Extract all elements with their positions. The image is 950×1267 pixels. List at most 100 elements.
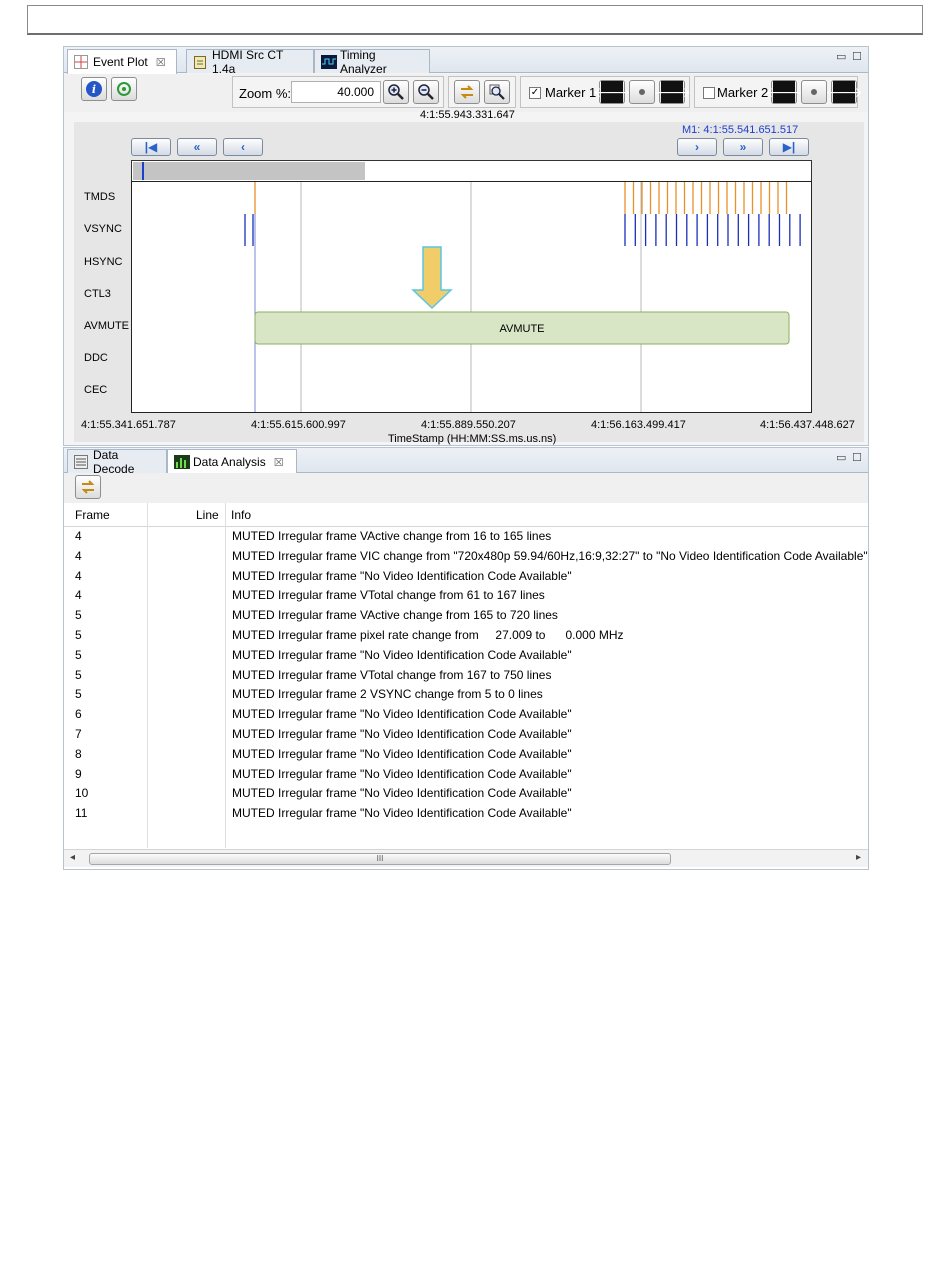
minimize-icon[interactable]: ▭ bbox=[836, 451, 846, 464]
zoom-input[interactable] bbox=[291, 81, 381, 103]
marker2-next-button[interactable]: 🡒 bbox=[825, 80, 863, 104]
table-row[interactable]: 5 MUTED Irregular frame 2 VSYNC change fr… bbox=[64, 685, 868, 705]
clipboard-icon bbox=[193, 55, 207, 69]
maximize-icon[interactable]: ☐ bbox=[852, 451, 862, 464]
table-row[interactable]: 4 MUTED Irregular frame VTotal change fro… bbox=[64, 586, 868, 606]
close-icon[interactable]: ☒ bbox=[274, 456, 284, 469]
cell-info: MUTED Irregular frame "No Video Identifi… bbox=[232, 806, 572, 821]
scroll-left-icon[interactable]: ◂ bbox=[70, 852, 75, 863]
avmute-bar-label: AVMUTE bbox=[499, 323, 544, 335]
cell-frame: 8 bbox=[75, 746, 82, 761]
scroll-right-icon[interactable]: ▸ bbox=[856, 852, 861, 863]
tab-event-plot[interactable]: Event Plot ☒ bbox=[67, 49, 177, 74]
tab-data-analysis[interactable]: Data Analysis ☒ bbox=[167, 449, 297, 474]
table-header: Frame Line Info bbox=[64, 503, 868, 527]
zoom-group: Zoom %: bbox=[232, 76, 444, 108]
nav-page-forward-button[interactable]: » bbox=[723, 138, 763, 156]
maximize-icon[interactable]: ☐ bbox=[852, 50, 862, 63]
signal-label-vsync: VSYNC bbox=[84, 223, 122, 235]
tab-timing-analyzer[interactable]: Timing Analyzer bbox=[314, 47, 430, 76]
record-button[interactable] bbox=[111, 77, 137, 101]
cell-frame: 4 bbox=[75, 529, 82, 543]
zoom-in-button[interactable] bbox=[383, 80, 409, 104]
cell-frame: 4 bbox=[75, 568, 82, 583]
zoom-label: Zoom %: bbox=[239, 86, 292, 101]
event-plot-icon bbox=[74, 55, 88, 69]
nav-back-button[interactable]: ‹ bbox=[223, 138, 263, 156]
marker1-checkbox[interactable]: ✓ bbox=[529, 87, 541, 99]
tick-label: 4:1:55.341.651.787 bbox=[81, 419, 176, 431]
table-row[interactable]: 6 MUTED Irregular frame "No Video Identif… bbox=[64, 705, 868, 725]
skip-end-icon: ▶| bbox=[782, 140, 796, 154]
minimize-icon[interactable]: ▭ bbox=[836, 50, 846, 63]
signal-label-tmds: TMDS bbox=[84, 191, 116, 203]
column-header-frame[interactable]: Frame bbox=[75, 508, 110, 522]
tab-data-decode[interactable]: Data Decode bbox=[67, 448, 167, 476]
nav-last-button[interactable]: ▶| bbox=[769, 138, 809, 156]
tick-label: 4:1:55.615.600.997 bbox=[251, 419, 346, 431]
zoom-out-button[interactable] bbox=[413, 80, 439, 104]
cell-frame: 5 bbox=[75, 628, 82, 642]
marker2-checkbox[interactable] bbox=[703, 87, 715, 99]
table-row[interactable]: 10 MUTED Irregular frame "No Video Identi… bbox=[64, 784, 868, 804]
overview-marker bbox=[142, 162, 144, 180]
close-icon[interactable]: ☒ bbox=[156, 56, 166, 69]
cell-info: MUTED Irregular frame "No Video Identifi… bbox=[232, 568, 572, 583]
table-row[interactable]: 5 MUTED Irregular frame pixel rate change… bbox=[64, 626, 868, 646]
dot-icon bbox=[811, 89, 817, 95]
tab-event-plot-label: Event Plot bbox=[93, 55, 148, 69]
cell-info: MUTED Irregular frame VTotal change from… bbox=[232, 667, 552, 682]
info-icon: i bbox=[86, 81, 102, 97]
table-row[interactable]: 4 MUTED Irregular frame "No Video Identif… bbox=[64, 567, 868, 587]
cell-frame: 5 bbox=[75, 647, 82, 662]
cell-info: MUTED Irregular frame "No Video Identifi… bbox=[232, 727, 572, 741]
cell-info: MUTED Irregular frame VActive change fro… bbox=[232, 608, 558, 623]
horizontal-scrollbar[interactable]: ◂ III ▸ bbox=[64, 849, 868, 867]
marker1-next-button[interactable]: 🡒 bbox=[653, 80, 691, 104]
table-row[interactable]: 4 MUTED Irregular frame VIC change from "… bbox=[64, 547, 868, 567]
scrollbar-thumb[interactable]: III bbox=[89, 853, 671, 865]
table-row[interactable]: 8 MUTED Irregular frame "No Video Identif… bbox=[64, 745, 868, 765]
timing-chart[interactable]: AVMUTE bbox=[131, 181, 812, 413]
nav-first-button[interactable]: |◀ bbox=[131, 138, 171, 156]
marker2-center-button[interactable] bbox=[801, 80, 827, 104]
tick-label: 4:1:55.889.550.207 bbox=[421, 419, 516, 431]
nav-page-back-button[interactable]: « bbox=[177, 138, 217, 156]
sync-button[interactable] bbox=[454, 80, 480, 104]
table-row[interactable]: 7 MUTED Irregular frame "No Video Identif… bbox=[64, 725, 868, 745]
tab-hdmi-src[interactable]: HDMI Src CT 1.4a bbox=[186, 48, 314, 76]
overview-scroller[interactable] bbox=[131, 160, 812, 182]
table-row[interactable]: 5 MUTED Irregular frame "No Video Identif… bbox=[64, 646, 868, 666]
refresh-button[interactable] bbox=[75, 475, 101, 499]
zoom-in-icon bbox=[388, 84, 404, 100]
marker1-prev-button[interactable]: 🡐 bbox=[593, 80, 631, 104]
table-row[interactable]: 11 MUTED Irregular frame "No Video Identi… bbox=[64, 804, 868, 824]
tick-label: 4:1:56.437.448.627 bbox=[760, 419, 855, 431]
table-row[interactable]: 4 MUTED Irregular frame VActive change fr… bbox=[64, 527, 868, 547]
overview-thumb[interactable] bbox=[133, 162, 365, 180]
swap-arrows-icon bbox=[460, 85, 474, 99]
chevron-right-icon: › bbox=[695, 140, 699, 154]
table-row[interactable]: 5 MUTED Irregular frame VTotal change fro… bbox=[64, 666, 868, 686]
nav-forward-button[interactable]: › bbox=[677, 138, 717, 156]
marker2-prev-button[interactable]: 🡐 bbox=[765, 80, 803, 104]
signal-label-cec: CEC bbox=[84, 384, 108, 396]
analysis-table: Frame Line Info 4 MUTED Irregular frame V… bbox=[64, 503, 868, 848]
arrow-right-icon: 🡒 bbox=[653, 81, 691, 103]
column-header-info[interactable]: Info bbox=[231, 508, 251, 522]
cell-info: MUTED Irregular frame VActive change fro… bbox=[232, 529, 552, 543]
marker1-center-button[interactable] bbox=[629, 80, 655, 104]
cell-frame: 6 bbox=[75, 707, 82, 722]
cell-frame: 7 bbox=[75, 727, 82, 741]
table-row[interactable]: 5 MUTED Irregular frame VActive change fr… bbox=[64, 606, 868, 626]
info-button[interactable]: i bbox=[81, 77, 107, 101]
signal-label-ddc: DDC bbox=[84, 352, 108, 364]
arrow-left-icon: 🡐 bbox=[593, 81, 631, 103]
cell-info: MUTED Irregular frame VIC change from "7… bbox=[232, 548, 868, 563]
svg-text:i: i bbox=[92, 83, 96, 96]
column-header-line[interactable]: Line bbox=[196, 508, 219, 522]
zoom-fit-icon bbox=[489, 84, 505, 100]
table-row[interactable]: 9 MUTED Irregular frame "No Video Identif… bbox=[64, 765, 868, 785]
tab-timing-analyzer-label: Timing Analyzer bbox=[340, 47, 387, 76]
zoom-fit-button[interactable] bbox=[484, 80, 510, 104]
